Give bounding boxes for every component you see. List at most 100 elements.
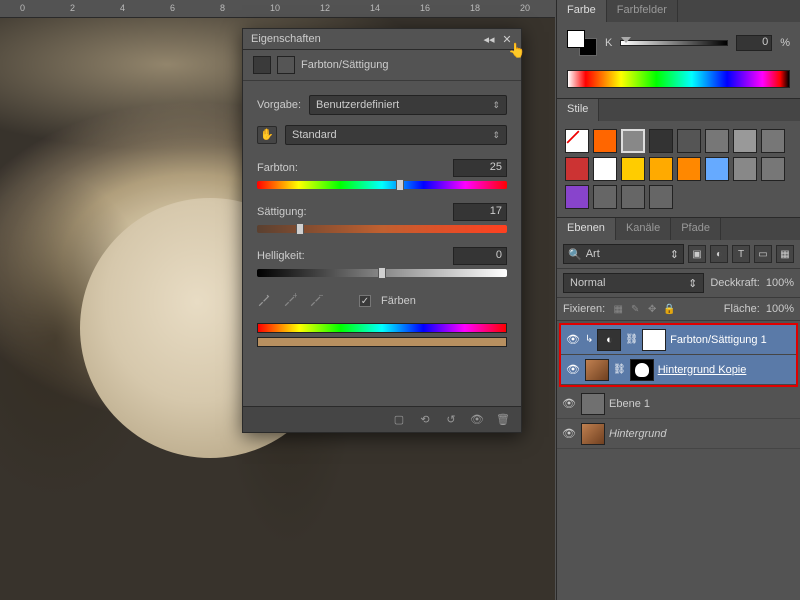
saturation-slider[interactable]: [257, 225, 507, 233]
trash-icon[interactable]: 🗑: [495, 412, 511, 428]
tab-layers[interactable]: Ebenen: [557, 218, 616, 240]
visibility-icon[interactable]: 👁: [469, 412, 485, 428]
layer-thumb[interactable]: [585, 359, 609, 381]
ruler-tick: 12: [320, 3, 330, 13]
preset-select[interactable]: Benutzerdefiniert ⇕: [309, 95, 507, 115]
saturation-slider-knob[interactable]: [296, 223, 304, 235]
style-swatch[interactable]: [621, 185, 645, 209]
hue-value-input[interactable]: 25: [453, 159, 507, 177]
style-swatch[interactable]: [565, 185, 589, 209]
filter-type-icon[interactable]: T: [732, 245, 750, 263]
layer-row[interactable]: 👁 Ebene 1: [557, 389, 800, 419]
style-swatch[interactable]: [649, 157, 673, 181]
layer-thumb[interactable]: [581, 393, 605, 415]
adjustment-type-icon[interactable]: [253, 56, 271, 74]
lock-pixels-icon[interactable]: ✎: [628, 302, 642, 316]
filter-shape-icon[interactable]: ▭: [754, 245, 772, 263]
collapse-icon[interactable]: ◂◂: [483, 33, 495, 45]
lock-all-icon[interactable]: 🔒: [662, 302, 676, 316]
style-swatch[interactable]: [733, 157, 757, 181]
tab-color[interactable]: Farbe: [557, 0, 607, 22]
style-swatch[interactable]: [649, 129, 673, 153]
layer-name[interactable]: Ebene 1: [609, 398, 650, 410]
tab-channels[interactable]: Kanäle: [616, 218, 671, 240]
style-swatch[interactable]: [761, 129, 785, 153]
style-swatch[interactable]: [677, 157, 701, 181]
colorize-checkbox[interactable]: ✓: [359, 295, 371, 307]
layer-name[interactable]: Farbton/Sättigung 1: [670, 334, 767, 346]
eyedropper-icon[interactable]: [257, 293, 273, 309]
adjustment-thumb-icon[interactable]: ◐: [597, 329, 621, 351]
close-icon[interactable]: ✕: [501, 33, 513, 45]
foreground-color-swatch[interactable]: [567, 30, 585, 48]
blend-opacity-row: Normal ⇕ Deckkraft: 100%: [557, 269, 800, 298]
lock-fill-row: Fixieren: ▦ ✎ ✥ 🔒 Fläche: 100%: [557, 298, 800, 321]
opacity-value[interactable]: 100%: [766, 277, 794, 289]
lightness-value-input[interactable]: 0: [453, 247, 507, 265]
filter-adjustment-icon[interactable]: ◐: [710, 245, 728, 263]
style-swatch[interactable]: [677, 129, 701, 153]
layer-name[interactable]: Hintergrund Kopie: [658, 364, 747, 376]
style-swatch[interactable]: [593, 157, 617, 181]
layer-row[interactable]: 👁 ↳ ◐ ⛓ Farbton/Sättigung 1: [561, 325, 796, 355]
style-swatch[interactable]: [621, 157, 645, 181]
mask-thumb[interactable]: [642, 329, 666, 351]
style-swatch[interactable]: [761, 157, 785, 181]
hue-slider-knob[interactable]: [396, 179, 404, 191]
hue-slider[interactable]: [257, 181, 507, 189]
visibility-toggle-icon[interactable]: 👁: [561, 427, 577, 440]
targeted-adjustment-icon[interactable]: ✋: [257, 126, 277, 144]
clip-to-layer-icon[interactable]: ▢: [391, 412, 407, 428]
visibility-toggle-icon[interactable]: 👁: [561, 397, 577, 410]
filter-pixel-icon[interactable]: ▣: [688, 245, 706, 263]
layer-name[interactable]: Hintergrund: [609, 428, 666, 440]
blend-mode-select[interactable]: Normal ⇕: [563, 273, 704, 293]
previous-state-icon[interactable]: ⟲: [417, 412, 433, 428]
tab-swatches[interactable]: Farbfelder: [607, 0, 678, 22]
style-swatch[interactable]: [705, 157, 729, 181]
style-swatch[interactable]: [593, 185, 617, 209]
saturation-value-input[interactable]: 17: [453, 203, 507, 221]
mask-thumb[interactable]: [630, 359, 654, 381]
tab-styles[interactable]: Stile: [557, 99, 599, 121]
foreground-background-swatch[interactable]: [567, 30, 597, 56]
ruler-tick: 2: [70, 3, 75, 13]
lightness-slider[interactable]: [257, 269, 507, 277]
styles-panel-tabs: Stile: [557, 99, 800, 121]
layer-row[interactable]: 👁 Hintergrund: [557, 419, 800, 449]
link-icon[interactable]: ⛓: [625, 334, 638, 345]
k-slider[interactable]: [620, 40, 728, 46]
lock-transparency-icon[interactable]: ▦: [611, 302, 625, 316]
eyedropper-minus-icon[interactable]: −: [309, 293, 325, 309]
style-swatch[interactable]: [733, 129, 757, 153]
adjustment-name: Farbton/Sättigung: [301, 59, 388, 71]
style-swatch[interactable]: [593, 129, 617, 153]
layer-row[interactable]: 👁 ⛓ Hintergrund Kopie: [561, 355, 796, 385]
channel-select[interactable]: Standard ⇕: [285, 125, 507, 145]
lightness-slider-knob[interactable]: [378, 267, 386, 279]
visibility-toggle-icon[interactable]: 👁: [565, 333, 581, 346]
link-icon[interactable]: ⛓: [613, 364, 626, 375]
k-value-input[interactable]: 0: [736, 35, 772, 51]
style-swatch[interactable]: [649, 185, 673, 209]
color-panel-body: K 0 %: [557, 22, 800, 64]
style-swatch[interactable]: [621, 129, 645, 153]
fill-value[interactable]: 100%: [766, 303, 794, 315]
k-slider-knob[interactable]: [621, 37, 631, 43]
layer-thumb[interactable]: [581, 423, 605, 445]
visibility-toggle-icon[interactable]: 👁: [565, 363, 581, 376]
mask-icon[interactable]: [277, 56, 295, 74]
layer-filter-select[interactable]: 🔍 Art ⇕: [563, 244, 684, 264]
reset-icon[interactable]: ↺: [443, 412, 459, 428]
properties-body: Vorgabe: Benutzerdefiniert ⇕ ✋ Standard …: [243, 81, 521, 359]
clip-indicator-icon: ↳: [585, 334, 593, 345]
style-swatch[interactable]: [705, 129, 729, 153]
style-swatch[interactable]: [565, 129, 589, 153]
eyedropper-plus-icon[interactable]: +: [283, 293, 299, 309]
lock-position-icon[interactable]: ✥: [645, 302, 659, 316]
filter-smart-icon[interactable]: ▦: [776, 245, 794, 263]
style-swatch[interactable]: [565, 157, 589, 181]
color-spectrum[interactable]: [567, 70, 790, 88]
properties-panel-header[interactable]: Eigenschaften ◂◂ ✕: [243, 29, 521, 50]
tab-paths[interactable]: Pfade: [671, 218, 721, 240]
